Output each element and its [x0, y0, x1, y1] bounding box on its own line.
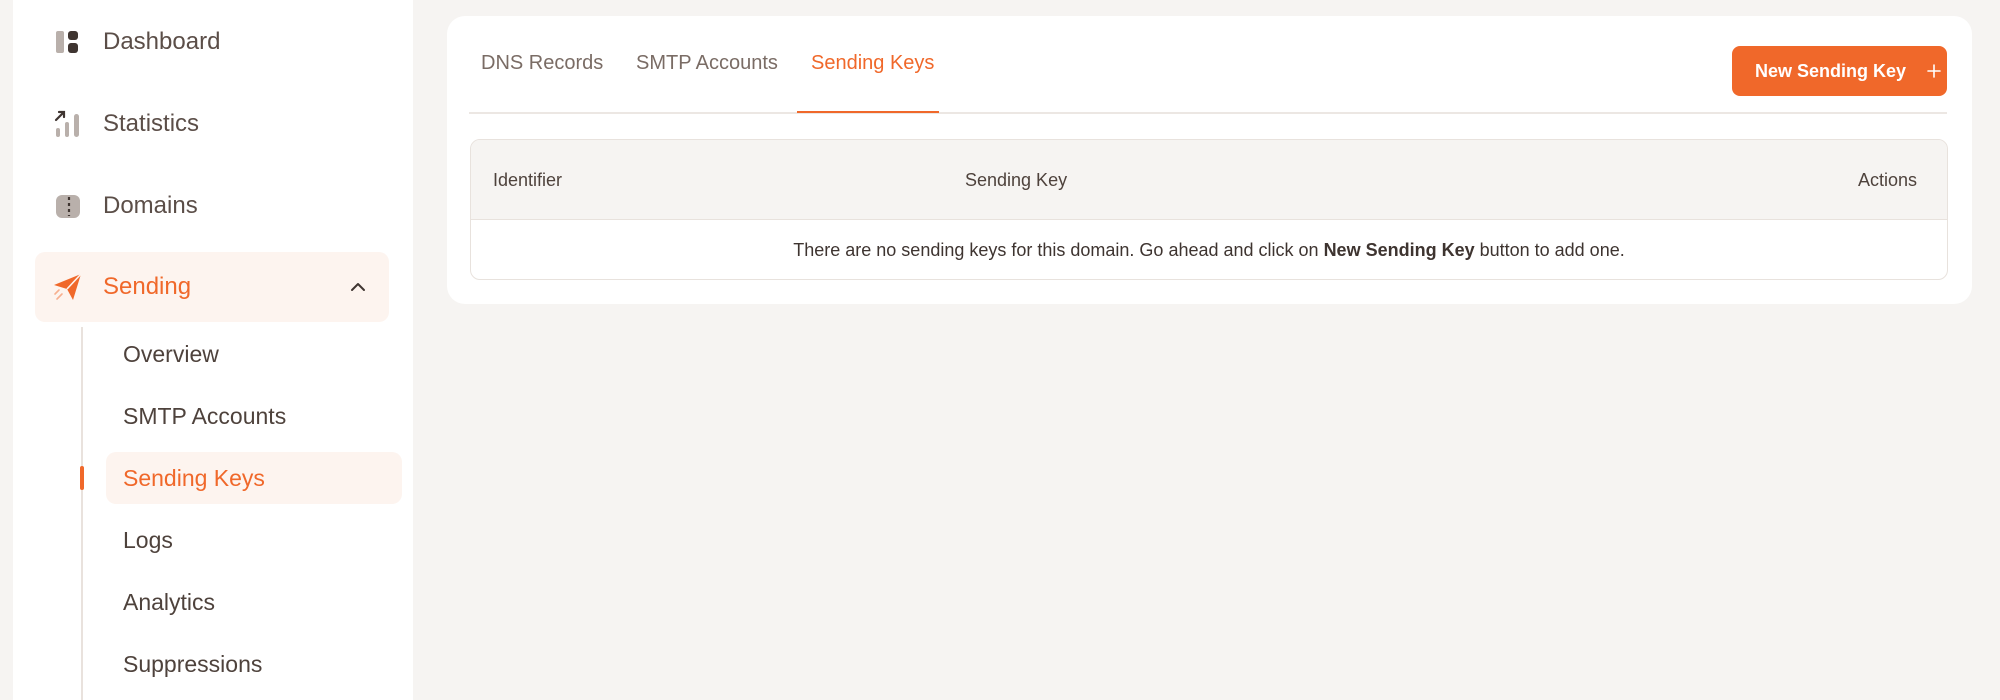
domains-icon [51, 189, 85, 223]
empty-state-message: There are no sending keys for this domai… [793, 240, 1624, 261]
sidebar-item-label: Sending [103, 273, 192, 300]
subnav-item-sending-keys[interactable]: Sending Keys [106, 452, 402, 504]
sidebar-item-label: Statistics [103, 110, 200, 137]
sidebar-item-domains[interactable]: Domains [35, 171, 389, 241]
chevron-up-icon[interactable] [347, 276, 369, 298]
sending-keys-card: DNS Records SMTP Accounts Sending Keys N… [447, 16, 1972, 304]
table-header: Identifier Sending Key Actions [471, 140, 1947, 220]
sidebar-item-sending[interactable]: Sending [35, 252, 389, 322]
paper-plane-icon [51, 270, 85, 304]
empty-state-row: There are no sending keys for this domai… [471, 220, 1947, 279]
subnav-item-label: Sending Keys [123, 464, 265, 491]
sidebar-item-statistics[interactable]: Statistics [35, 89, 389, 159]
tab-smtp-accounts[interactable]: SMTP Accounts [636, 52, 778, 75]
empty-state-emphasis: New Sending Key [1323, 239, 1475, 260]
sidebar: Dashboard Statistics Domains Sending Ove… [13, 0, 413, 700]
tab-bar: DNS Records SMTP Accounts Sending Keys [469, 16, 1947, 114]
subnav-track [81, 327, 83, 700]
subnav-item-suppressions[interactable]: Suppressions [106, 638, 402, 690]
dashboard-icon [51, 25, 85, 59]
column-header-sending-key: Sending Key [965, 170, 1068, 190]
tab-dns-records[interactable]: DNS Records [481, 52, 603, 75]
subnav-item-label: Analytics [123, 588, 216, 615]
subnav-item-smtp-accounts[interactable]: SMTP Accounts [106, 390, 402, 442]
new-sending-key-label: New Sending Key [1755, 60, 1907, 81]
empty-state-suffix: button to add one. [1474, 239, 1625, 260]
column-header-identifier: Identifier [493, 170, 563, 190]
active-tab-underline [797, 111, 939, 113]
sidebar-item-label: Dashboard [103, 28, 221, 55]
subnav-item-logs[interactable]: Logs [106, 514, 402, 566]
new-sending-key-button[interactable]: New Sending Key [1732, 46, 1947, 96]
sidebar-item-label: Domains [103, 192, 198, 219]
subnav-item-label: SMTP Accounts [123, 402, 287, 429]
sending-keys-table: Identifier Sending Key Actions There are… [470, 139, 1948, 280]
subnav-item-overview[interactable]: Overview [106, 328, 402, 380]
statistics-icon [51, 107, 85, 141]
tab-sending-keys[interactable]: Sending Keys [811, 52, 934, 75]
subnav-item-label: Overview [123, 340, 219, 367]
subnav-active-indicator [80, 466, 84, 490]
subnav-item-analytics[interactable]: Analytics [106, 576, 402, 628]
plus-icon [1926, 63, 1942, 79]
column-header-actions: Actions [1857, 170, 1917, 190]
subnav-item-label: Suppressions [123, 650, 263, 677]
subnav-item-label: Logs [123, 526, 173, 553]
sidebar-item-dashboard[interactable]: Dashboard [35, 7, 389, 77]
empty-state-prefix: There are no sending keys for this domai… [793, 239, 1324, 260]
